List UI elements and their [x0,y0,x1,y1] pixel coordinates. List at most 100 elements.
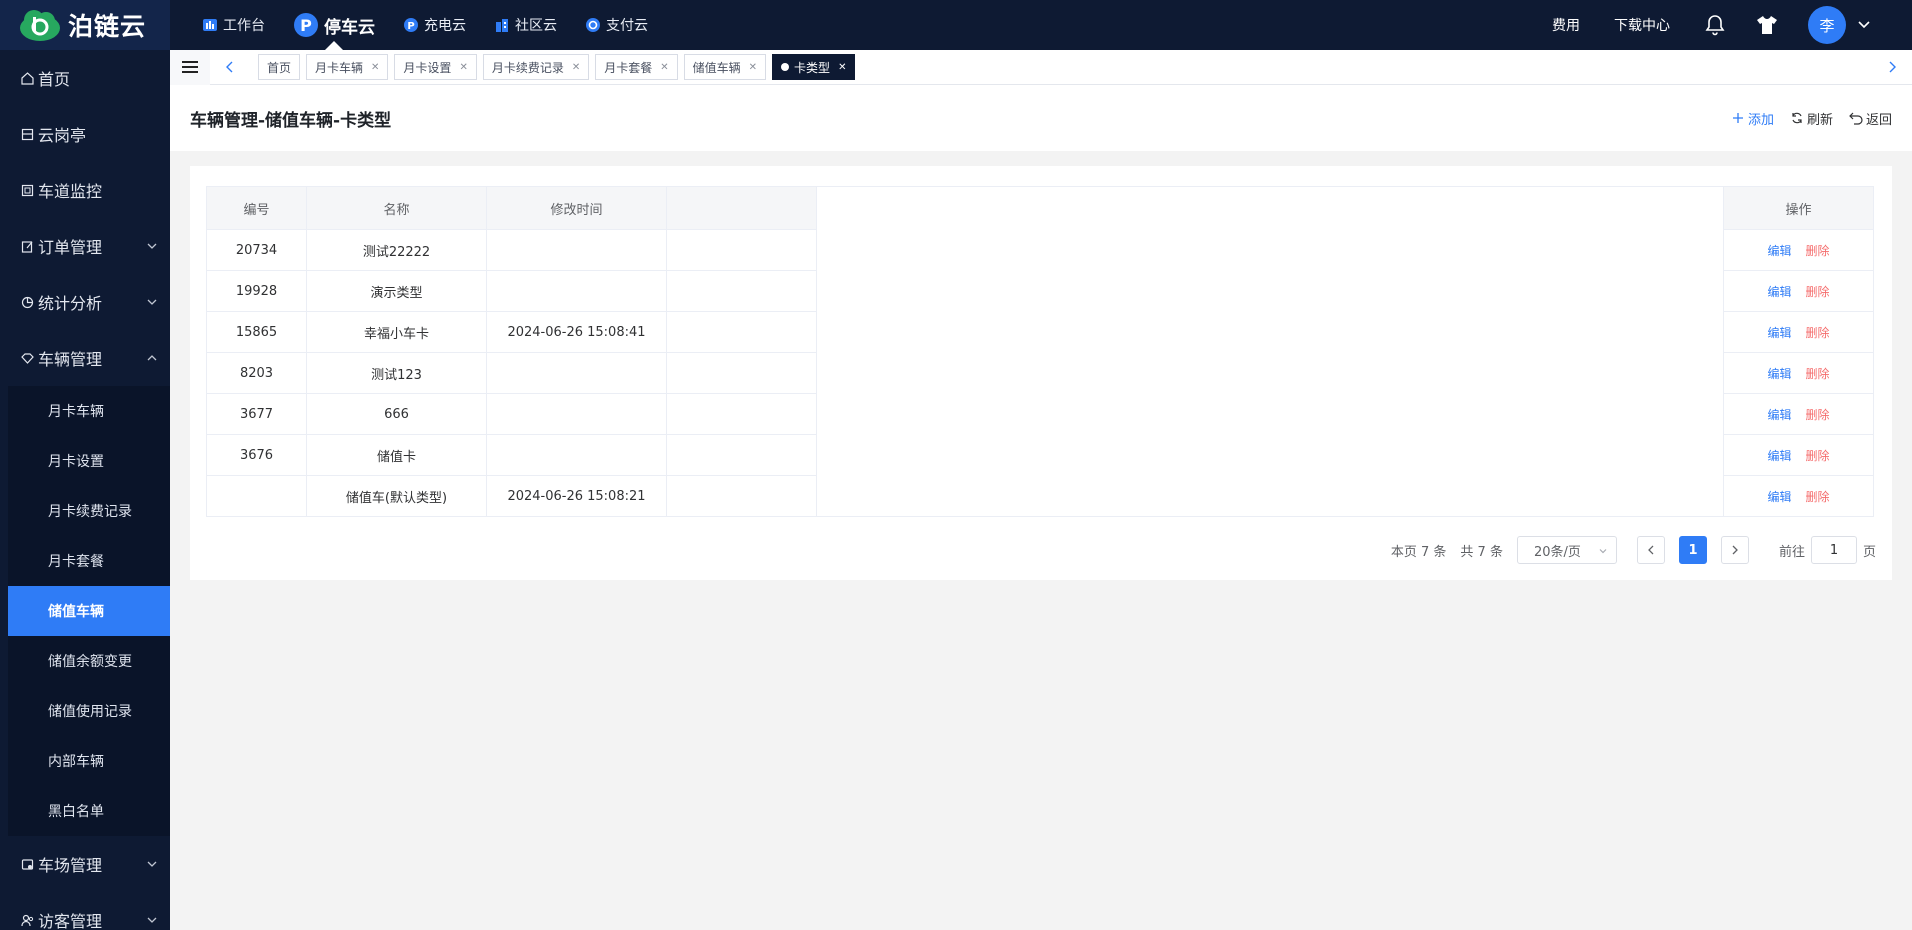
sidebar-subitem[interactable]: 月卡续费记录 [8,486,170,536]
diamond-icon [20,351,34,365]
parking-icon: P [293,12,319,38]
sidebar-item-label: 车场管理 [38,856,103,875]
col-header-name[interactable]: 名称 [306,186,487,230]
page-unit: 页 [1862,544,1876,560]
edit-button[interactable]: 编辑 [1767,285,1791,299]
delete-button[interactable]: 删除 [1806,285,1830,299]
col-header-id[interactable]: 编号 [206,186,307,230]
add-button[interactable]: 添加 [1731,109,1774,128]
download-center-link[interactable]: 下载中心 [1614,15,1670,35]
topnav-workbench[interactable]: 工作台 [188,0,279,50]
edit-button[interactable]: 编辑 [1767,490,1791,504]
refresh-button[interactable]: 刷新 [1790,109,1833,128]
sidebar-item-orders[interactable]: 订单管理 [0,218,170,274]
sidebar-item-lane-monitor[interactable]: 车道监控 [0,162,170,218]
cell-id: 3677 [206,393,307,435]
sidebar-item-cloud-booth[interactable]: 云岗亭 [0,106,170,162]
tab-renewal-records[interactable]: 月卡续费记录 ✕ [482,54,590,80]
fee-link[interactable]: 费用 [1552,15,1580,35]
prev-page-button[interactable] [1636,536,1665,564]
goto-page-input[interactable] [1810,536,1857,564]
topnav-community[interactable]: 社区云 [480,0,571,50]
chevron-down-icon[interactable] [1858,21,1872,29]
tshirt-icon[interactable] [1756,14,1778,36]
sidebar-subitem-active[interactable]: 储值车辆 [8,586,170,636]
sidebar-item-vehicles[interactable]: 车辆管理 [0,330,170,386]
table-row: 储值车(默认类型) 2024-06-26 15:08:21 编辑 删除 [206,475,1874,517]
edit-button[interactable]: 编辑 [1767,326,1791,340]
tab-monthly-packages[interactable]: 月卡套餐 ✕ [595,54,678,80]
sidebar-subitem[interactable]: 月卡套餐 [8,536,170,586]
users-icon [20,913,34,927]
card-type-table: 编号 名称 修改时间 操作 20734 测试22222 编辑 删除 19928 演… [206,186,1874,517]
logo[interactable]: 泊链云 [0,0,170,50]
cell-mtime [486,393,667,435]
tab-monthly-settings[interactable]: 月卡设置 ✕ [394,54,477,80]
chevron-left-icon[interactable] [210,50,250,85]
top-bar: 泊链云 工作台 P 停车云 P 充电云 社区云 支付云 费用 下载中心 李 [0,0,1912,50]
cell-spacer [816,270,1724,312]
sidebar-item-visitors[interactable]: 访客管理 [0,892,170,930]
delete-button[interactable]: 删除 [1806,326,1830,340]
edit-button[interactable]: 编辑 [1767,408,1791,422]
page-title: 车辆管理-储值车辆-卡类型 [190,110,392,131]
close-icon[interactable]: ✕ [838,62,846,73]
lot-icon [20,857,34,871]
col-header-mtime[interactable]: 修改时间 [486,186,667,230]
cell-empty [666,270,817,312]
sidebar-subitem[interactable]: 月卡车辆 [8,386,170,436]
delete-button[interactable]: 删除 [1806,367,1830,381]
sidebar-subitem[interactable]: 内部车辆 [8,736,170,786]
close-icon[interactable]: ✕ [749,62,757,73]
edit-button[interactable]: 编辑 [1767,449,1791,463]
sidebar-item-parking-lot[interactable]: 车场管理 [0,836,170,892]
tab-label: 月卡设置 [403,60,452,75]
back-button[interactable]: 返回 [1849,109,1892,128]
cell-name: 演示类型 [306,270,487,312]
topnav-parking[interactable]: P 停车云 [279,0,389,50]
sidebar-item-statistics[interactable]: 统计分析 [0,274,170,330]
refresh-label: 刷新 [1806,112,1833,128]
next-page-button[interactable] [1720,536,1749,564]
col-spacer [816,186,1724,230]
sidebar-subitem[interactable]: 储值余额变更 [8,636,170,686]
sidebar-subitem[interactable]: 储值使用记录 [8,686,170,736]
goto-label: 前往 [1778,544,1805,560]
close-icon[interactable]: ✕ [371,62,379,73]
edit-button[interactable]: 编辑 [1767,244,1791,258]
close-icon[interactable]: ✕ [459,62,467,73]
delete-button[interactable]: 删除 [1806,408,1830,422]
sidebar-subitem[interactable]: 月卡设置 [8,436,170,486]
cell-ops: 编辑 删除 [1723,270,1874,312]
sidebar: 首页 云岗亭 车道监控 订单管理 统计分析 车辆管理 月卡车辆 月卡设置 月卡续… [0,50,170,930]
hamburger-menu-icon[interactable] [170,49,210,85]
avatar[interactable]: 李 [1808,6,1846,44]
topnav-payment[interactable]: 支付云 [571,0,662,50]
edit-button[interactable]: 编辑 [1767,367,1791,381]
topnav-charging[interactable]: P 充电云 [389,0,480,50]
page-number-button[interactable]: 1 [1678,536,1707,564]
delete-button[interactable]: 删除 [1806,449,1830,463]
tab-stored-value-vehicles[interactable]: 储值车辆 ✕ [683,54,767,80]
tab-card-type[interactable]: 卡类型 ✕ [772,54,856,80]
cell-mtime [486,270,667,312]
tab-label: 月卡车辆 [315,60,364,75]
delete-button[interactable]: 删除 [1806,490,1830,504]
sidebar-item-home[interactable]: 首页 [0,50,170,106]
chevron-right-icon[interactable] [1872,50,1912,85]
home-icon [20,71,34,85]
table-row: 3676 储值卡 编辑 删除 [206,434,1874,476]
cell-mtime [486,229,667,271]
community-icon [494,17,510,33]
delete-button[interactable]: 删除 [1806,244,1830,258]
cell-ops: 编辑 删除 [1723,434,1874,476]
tab-monthly-vehicles[interactable]: 月卡车辆 ✕ [306,54,389,80]
bell-icon[interactable] [1704,14,1726,36]
close-icon[interactable]: ✕ [660,62,668,73]
sidebar-subitem[interactable]: 黑白名单 [8,786,170,836]
tab-home[interactable]: 首页 [258,54,301,80]
close-icon[interactable]: ✕ [572,62,580,73]
cell-id: 8203 [206,352,307,394]
cell-ops: 编辑 删除 [1723,352,1874,394]
page-size-select[interactable]: 20条/页 [1516,536,1617,564]
